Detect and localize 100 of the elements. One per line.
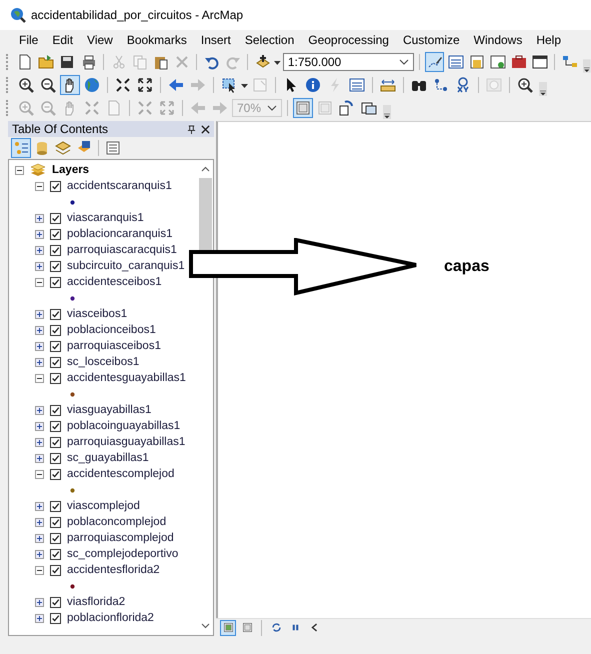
layer-checkbox[interactable] — [50, 308, 61, 320]
layer-checkbox[interactable] — [50, 180, 61, 192]
layer-name[interactable]: accidentesguayabillas1 — [67, 372, 186, 384]
layer-name[interactable]: parroquiasguayabillas1 — [67, 436, 186, 448]
layer-checkbox[interactable] — [50, 548, 61, 560]
expand-icon[interactable] — [35, 598, 44, 606]
scrollbar-thumb[interactable] — [199, 178, 212, 250]
collapse-icon[interactable] — [35, 278, 44, 286]
scroll-up-icon[interactable] — [201, 166, 210, 172]
layer-name[interactable]: viasguayabillas1 — [67, 404, 152, 416]
layer-name[interactable]: accidentesceibos1 — [67, 276, 162, 288]
expand-icon[interactable] — [35, 406, 44, 414]
toolbar-options-icon[interactable] — [383, 105, 391, 119]
menu-item[interactable]: Windows — [466, 32, 530, 48]
draft-mode-icon[interactable] — [293, 98, 313, 118]
layer-checkbox[interactable] — [50, 340, 61, 352]
toolbar-options-icon[interactable] — [583, 59, 591, 73]
menu-item[interactable]: File — [12, 32, 46, 48]
layer-checkbox[interactable] — [50, 468, 61, 480]
data-view-icon[interactable] — [220, 620, 236, 636]
pan-icon[interactable] — [60, 74, 80, 94]
expand-icon[interactable] — [35, 310, 44, 318]
layer-name[interactable]: poblaconcomplejod — [67, 516, 166, 528]
layer-checkbox[interactable] — [50, 212, 61, 224]
layer-checkbox[interactable] — [50, 436, 61, 448]
layer-name[interactable]: parroquiascaracquis1 — [67, 244, 177, 256]
expand-icon[interactable] — [35, 534, 44, 542]
draw-order-icon[interactable] — [11, 138, 31, 158]
layer-name[interactable]: parroquiasceibos1 — [67, 340, 161, 352]
expand-icon[interactable] — [35, 262, 44, 270]
expand-icon[interactable] — [35, 550, 44, 558]
layer-name[interactable]: poblacioncaranquis1 — [67, 228, 172, 240]
layer-name[interactable]: poblacionceibos1 — [67, 324, 156, 336]
expand-icon[interactable] — [35, 230, 44, 238]
layer-checkbox[interactable] — [50, 420, 61, 432]
menu-item[interactable]: Selection — [238, 32, 302, 48]
dropdown-icon[interactable] — [399, 58, 410, 64]
collapse-icon[interactable] — [35, 182, 44, 190]
expand-icon[interactable] — [35, 454, 44, 462]
pin-icon[interactable] — [187, 124, 196, 134]
expand-icon[interactable] — [35, 326, 44, 334]
scale-field[interactable]: 1:750.000 — [282, 52, 414, 70]
toolbar-grip[interactable] — [6, 54, 11, 70]
menu-item[interactable]: Help — [529, 32, 568, 48]
layer-group-label[interactable]: Layers — [52, 164, 90, 176]
collapse-icon[interactable] — [35, 374, 44, 382]
scroll-down-icon[interactable] — [201, 623, 210, 629]
toolbar-grip[interactable] — [6, 100, 11, 116]
expand-icon[interactable] — [35, 246, 44, 254]
layer-checkbox[interactable] — [50, 260, 61, 272]
expand-icon[interactable] — [35, 518, 44, 526]
toolbar-options-icon[interactable] — [539, 82, 547, 96]
layer-name[interactable]: accidentesflorida2 — [67, 564, 160, 576]
layer-checkbox[interactable] — [50, 276, 61, 288]
toolbar-grip[interactable] — [6, 76, 11, 92]
layer-name[interactable]: sc_losceibos1 — [67, 356, 140, 368]
menu-item[interactable]: Edit — [45, 32, 80, 48]
layer-name[interactable]: sc_complejodeportivo — [67, 548, 178, 560]
layer-name[interactable]: viascomplejod — [67, 500, 140, 512]
expand-icon[interactable] — [35, 214, 44, 222]
layer-name[interactable]: parroquiascomplejod — [67, 532, 174, 544]
layer-checkbox[interactable] — [50, 532, 61, 544]
expand-icon[interactable] — [35, 614, 44, 622]
collapse-icon[interactable] — [35, 566, 44, 574]
layer-checkbox[interactable] — [50, 500, 61, 512]
menu-item[interactable]: Geoprocessing — [301, 32, 396, 48]
close-icon[interactable] — [201, 124, 210, 134]
layer-checkbox[interactable] — [50, 228, 61, 240]
layer-name[interactable]: poblacoinguayabillas1 — [67, 420, 180, 432]
expand-icon[interactable] — [35, 438, 44, 446]
layer-checkbox[interactable] — [50, 564, 61, 576]
layer-checkbox[interactable] — [50, 596, 61, 608]
menu-item[interactable]: Bookmarks — [120, 32, 194, 48]
expand-icon[interactable] — [35, 502, 44, 510]
layer-checkbox[interactable] — [50, 404, 61, 416]
expand-icon[interactable] — [35, 342, 44, 350]
layer-name[interactable]: viasceibos1 — [67, 308, 128, 320]
expand-icon[interactable] — [35, 422, 44, 430]
layer-name[interactable]: accidentescomplejod — [67, 468, 174, 480]
collapse-icon[interactable] — [35, 470, 44, 478]
layer-checkbox[interactable] — [50, 372, 61, 384]
layer-checkbox[interactable] — [50, 324, 61, 336]
menu-item[interactable]: Insert — [194, 32, 238, 48]
layer-checkbox[interactable] — [50, 452, 61, 464]
layer-name[interactable]: viascaranquis1 — [67, 212, 144, 224]
expand-icon[interactable] — [35, 358, 44, 366]
editor-icon[interactable] — [425, 52, 444, 72]
layer-name[interactable]: subcircuito_caranquis1 — [67, 260, 185, 272]
layer-name[interactable]: poblacionflorida2 — [67, 612, 154, 624]
layer-name[interactable]: sc_guayabillas1 — [67, 452, 149, 464]
layer-checkbox[interactable] — [50, 356, 61, 368]
layer-checkbox[interactable] — [50, 612, 61, 624]
collapse-icon[interactable] — [15, 166, 24, 174]
map-view[interactable]: capas — [216, 121, 591, 618]
layer-name[interactable]: accidentscaranquis1 — [67, 180, 172, 192]
layer-checkbox[interactable] — [50, 516, 61, 528]
menu-item[interactable]: Customize — [396, 32, 467, 48]
menu-item[interactable]: View — [80, 32, 120, 48]
layer-name[interactable]: viasflorida2 — [67, 596, 126, 608]
layer-checkbox[interactable] — [50, 244, 61, 256]
